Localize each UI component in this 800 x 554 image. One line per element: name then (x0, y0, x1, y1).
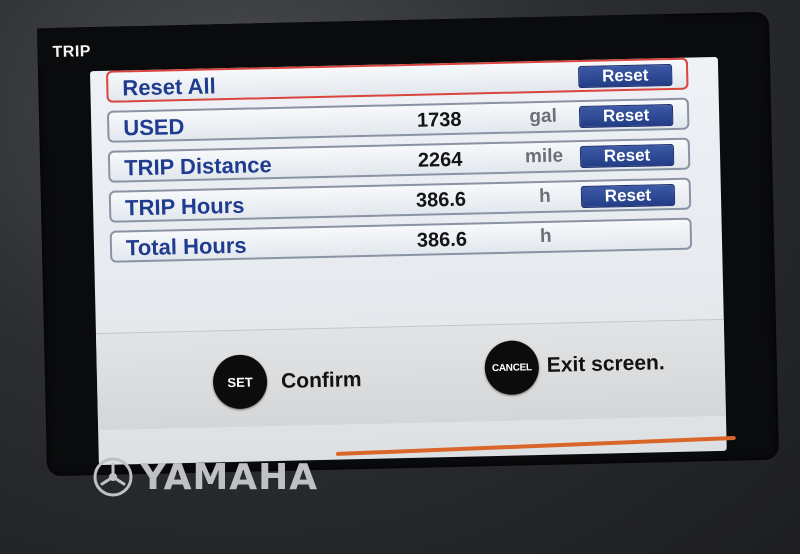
row-unit: mile (524, 145, 564, 168)
row-value: 386.6 (416, 228, 468, 252)
screen-frame: TRIP Reset All Reset USED 1738 gal Reset… (37, 11, 779, 477)
row-label: USED (123, 114, 185, 141)
reset-trip-hours-button[interactable]: Reset (580, 183, 676, 209)
brand-name: YAMAHA (140, 456, 319, 498)
reset-trip-distance-button[interactable]: Reset (579, 143, 675, 169)
display-panel: Reset All Reset USED 1738 gal Reset TRIP… (89, 56, 727, 466)
set-button[interactable]: SET (212, 354, 268, 410)
row-label: Reset All (122, 73, 216, 101)
row-value: 2264 (417, 148, 463, 172)
row-value: 386.6 (415, 188, 467, 212)
screen-title: TRIP (52, 43, 92, 62)
row-label: TRIP Hours (124, 192, 245, 221)
footer-bar: SET Confirm CANCEL Exit screen. (95, 318, 726, 431)
cancel-button[interactable]: CANCEL (484, 340, 540, 396)
reset-used-button[interactable]: Reset (578, 103, 674, 129)
row-trip-hours[interactable]: TRIP Hours 386.6 h Reset (108, 177, 692, 223)
tuning-fork-logo-icon (93, 457, 133, 497)
row-unit: gal (529, 105, 558, 128)
row-value: 1738 (416, 108, 462, 132)
row-label: TRIP Distance (123, 152, 272, 181)
cancel-caption: Exit screen. (546, 351, 665, 377)
set-caption: Confirm (280, 368, 362, 393)
row-trip-distance[interactable]: TRIP Distance 2264 mile Reset (107, 137, 691, 183)
brand-logo: YAMAHA (92, 454, 318, 500)
row-unit: h (538, 185, 551, 208)
row-unit: h (539, 225, 552, 247)
row-total-hours[interactable]: Total Hours 386.6 h (109, 217, 693, 263)
reset-all-button[interactable]: Reset (578, 63, 673, 89)
row-label: Total Hours (125, 232, 247, 261)
row-used[interactable]: USED 1738 gal Reset (106, 97, 690, 143)
